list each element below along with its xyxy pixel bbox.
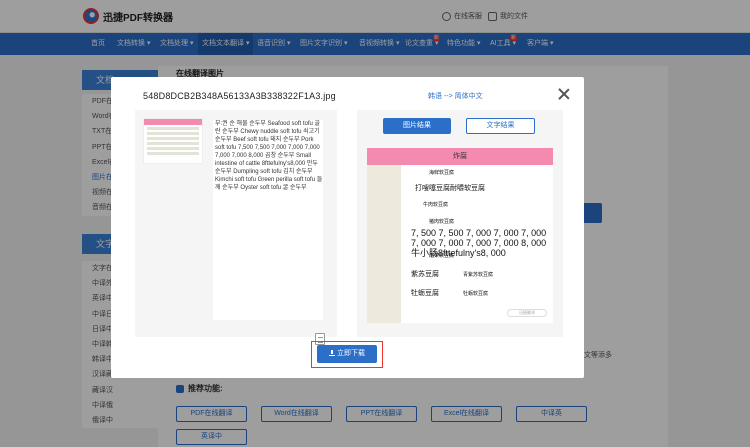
result-line: 打嗖噻豆腐耐嚼软豆腐 xyxy=(415,185,485,192)
result-line: 青紫苏软豆腐 xyxy=(463,272,494,278)
source-text: 부:권 순 해물 순두부 Seafood soft tofu 콜란 순두부 Ch… xyxy=(213,120,323,320)
result-line: 紫苏豆腐 xyxy=(411,271,439,278)
result-line: 牛肉软豆腐 xyxy=(423,202,449,208)
watermark: 迅捷翻译 xyxy=(507,309,547,317)
result-left-column xyxy=(367,165,401,323)
translate-result-modal: 548D8DCB2B348A56133A3B338322F1A3.jpg 韩语 … xyxy=(111,77,584,378)
result-line: 海鲜软豆腐 xyxy=(429,170,455,176)
result-header: 炸腐 xyxy=(367,148,553,165)
download-button[interactable]: 立即下载 xyxy=(317,345,377,363)
source-panel: 부:권 순 해물 순두부 Seafood soft tofu 콜란 순두부 Ch… xyxy=(135,110,337,345)
tab-image-result[interactable]: 图片结果 xyxy=(383,118,451,134)
app-page: 迅捷PDF转换器 在线客服 我的文件 首页 文档转换 ▾ 文档处理 ▾ 文档文本… xyxy=(0,0,750,447)
download-label: 立即下载 xyxy=(337,350,365,357)
tab-text-result[interactable]: 文字结果 xyxy=(466,118,535,134)
file-name: 548D8DCB2B348A56133A3B338322F1A3.jpg xyxy=(143,91,336,101)
result-panel: 图片结果 文字结果 炸腐 海鲜软豆腐 打嗖噻豆腐耐嚼软豆腐 牛肉软豆腐 猪肉软豆… xyxy=(357,110,563,337)
close-icon[interactable] xyxy=(557,87,571,101)
result-line: 猪肉软豆腐 xyxy=(429,219,455,225)
download-icon xyxy=(329,350,335,356)
result-line: 牡蛎豆腐 xyxy=(411,290,439,297)
result-line: 牡蛎软豆腐 xyxy=(463,291,489,297)
language-pair: 韩语 --> 简体中文 xyxy=(428,93,483,100)
result-line: 池菜软豆腐 xyxy=(429,253,455,259)
result-image: 炸腐 海鲜软豆腐 打嗖噻豆腐耐嚼软豆腐 牛肉软豆腐 猪肉软豆腐 7, 500 7… xyxy=(367,148,553,323)
source-thumbnail[interactable] xyxy=(143,118,203,164)
